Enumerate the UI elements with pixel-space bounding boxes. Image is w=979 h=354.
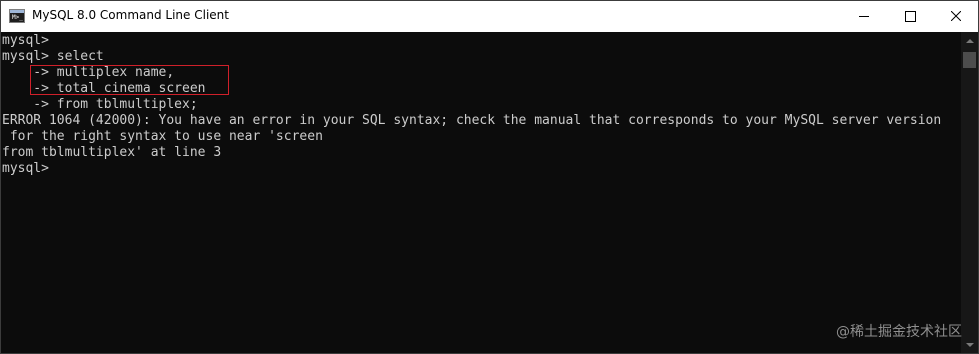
console-line: mysql> [2,33,49,48]
scroll-thumb[interactable] [963,52,976,68]
title-bar[interactable]: M>_ MySQL 8.0 Command Line Client [1,1,978,32]
console-line: mysql> select [2,49,104,64]
console-app-icon[interactable]: M>_ [9,9,25,23]
scroll-down-icon[interactable] [961,336,978,353]
console-window: M>_ MySQL 8.0 Command Line Client mysql>… [0,0,979,354]
console-line: -> from tblmultiplex; [2,97,198,112]
app-icon-glyph: M>_ [12,14,23,21]
error-line: for the right syntax to use near 'screen [2,129,323,144]
console-output[interactable]: mysql> mysql> select -> multiplex name, … [1,32,961,353]
maximize-button[interactable] [887,1,933,32]
watermark: @稀土掘金技术社区 [836,324,962,340]
vertical-scrollbar[interactable] [961,32,978,353]
minimize-button[interactable] [841,1,887,32]
error-line: ERROR 1064 (42000): You have an error in… [2,113,942,128]
error-line: from tblmultiplex' at line 3 [2,145,222,160]
scroll-up-icon[interactable] [961,32,978,49]
prompt-line: mysql> [2,161,49,176]
close-button[interactable] [933,1,979,32]
close-icon [951,11,961,21]
window-title: MySQL 8.0 Command Line Client [32,8,229,22]
highlight-annotation-box [30,65,229,95]
